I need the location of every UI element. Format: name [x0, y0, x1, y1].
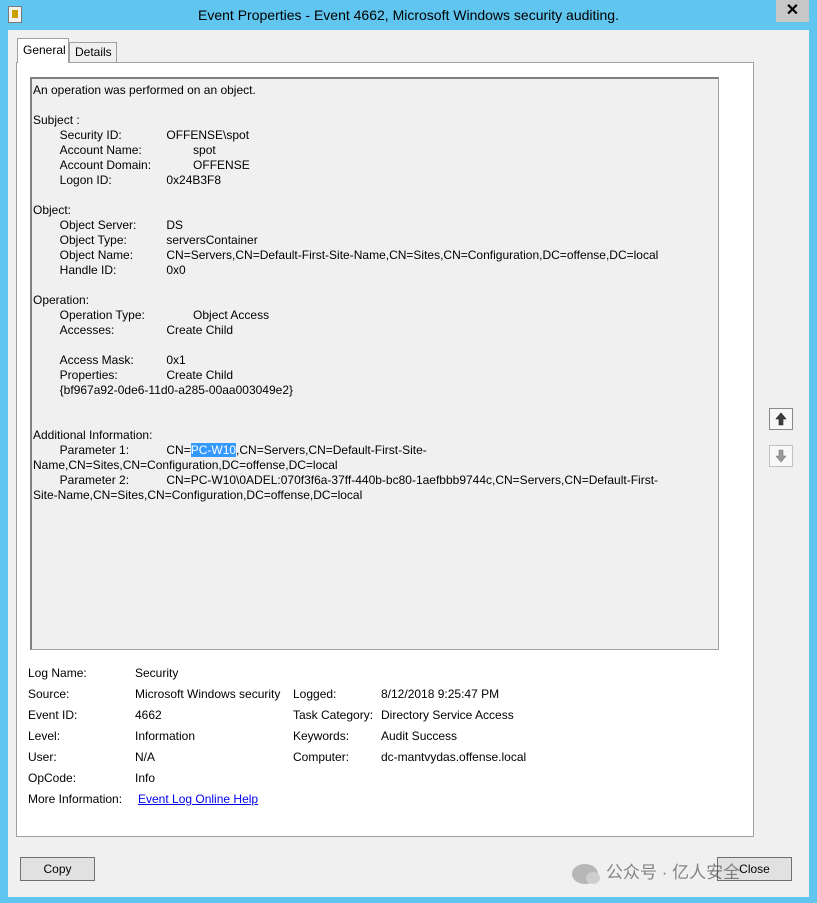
logged-label: Logged:: [293, 687, 337, 701]
event-id-value: 4662: [135, 708, 162, 722]
window-border-bottom: [0, 897, 817, 903]
wechat-logo-icon: [572, 863, 600, 884]
selected-text: PC-W10: [190, 443, 237, 457]
watermark: 公众号 · 亿人安全: [572, 858, 740, 884]
next-event-button[interactable]: [769, 445, 793, 467]
watermark-text: 公众号 · 亿人安全: [606, 863, 741, 882]
level-label: Level:: [28, 729, 61, 743]
more-information-label: More Information:: [28, 792, 123, 806]
opcode-label: OpCode:: [28, 771, 77, 785]
tab-general[interactable]: General: [17, 38, 69, 63]
level-value: Information: [135, 729, 196, 743]
task-category-label: Task Category:: [293, 708, 374, 722]
event-description-text: An operation was performed on an object.…: [33, 83, 718, 503]
keywords-label: Keywords:: [293, 729, 350, 743]
logged-value: 8/12/2018 9:25:47 PM: [381, 687, 500, 701]
log-name-value: Security: [135, 666, 179, 680]
source-label: Source:: [28, 687, 70, 701]
user-value: N/A: [135, 750, 156, 764]
opcode-value: Info: [135, 771, 156, 785]
copy-button[interactable]: Copy: [20, 857, 95, 881]
arrow-down-icon: [775, 449, 787, 463]
previous-event-button[interactable]: [769, 408, 793, 430]
tab-details[interactable]: Details: [69, 42, 117, 62]
window-title: Event Properties - Event 4662, Microsoft…: [198, 7, 619, 23]
title-bar[interactable]: Event Properties - Event 4662, Microsoft…: [0, 0, 817, 30]
event-description-box[interactable]: An operation was performed on an object.…: [30, 77, 719, 650]
event-id-label: Event ID:: [28, 708, 78, 722]
source-value: Microsoft Windows security: [135, 687, 281, 701]
user-label: User:: [28, 750, 57, 764]
log-name-label: Log Name:: [28, 666, 87, 680]
computer-value: dc-mantvydas.offense.local: [381, 750, 527, 764]
computer-label: Computer:: [293, 750, 350, 764]
event-properties-window: Event Properties - Event 4662, Microsoft…: [0, 0, 817, 903]
arrow-up-icon: [775, 412, 787, 426]
event-log-online-help-link[interactable]: Event Log Online Help: [138, 792, 258, 806]
close-window-icon[interactable]: ✕: [776, 0, 809, 22]
description-text-before: An operation was performed on an object.…: [33, 83, 659, 457]
window-border-right: [809, 30, 817, 897]
task-category-value: Directory Service Access: [381, 708, 514, 722]
keywords-value: Audit Success: [381, 729, 458, 743]
